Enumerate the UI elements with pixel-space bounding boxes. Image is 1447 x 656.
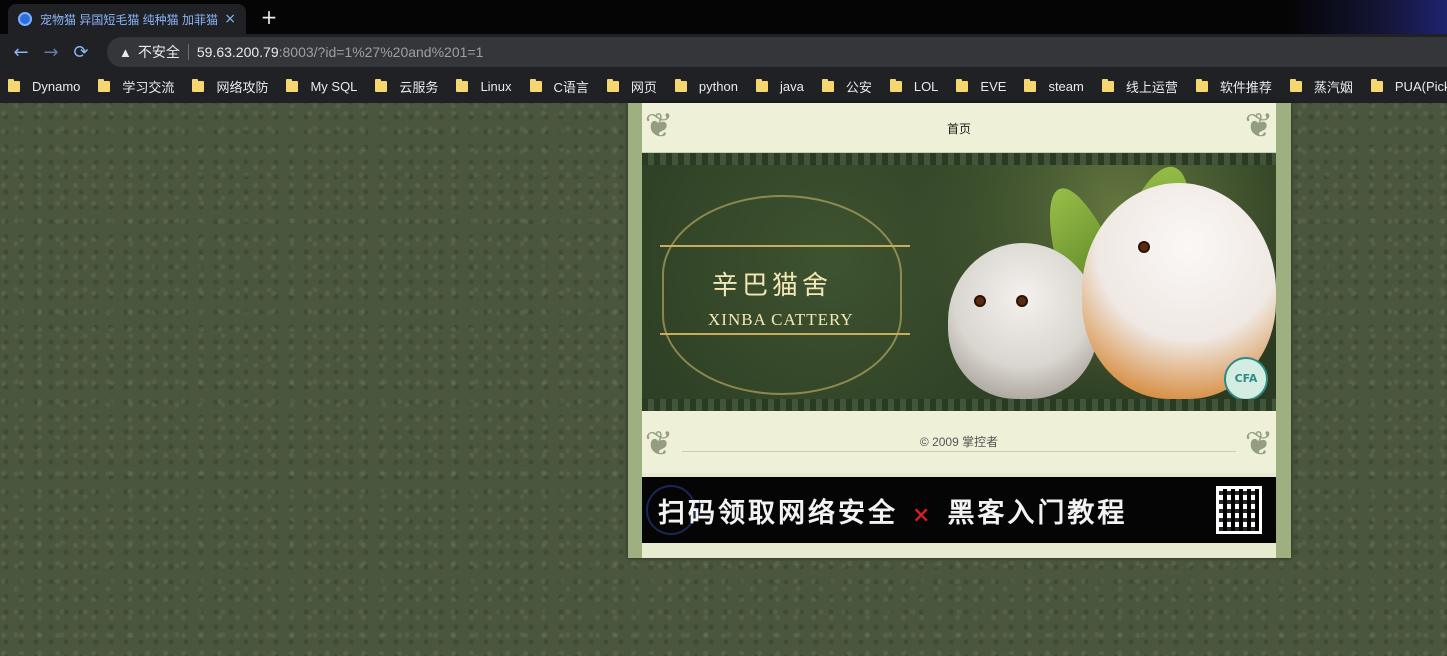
bookmark-label: java (779, 79, 804, 94)
folder-icon (1195, 79, 1208, 92)
bookmark-label: C语言 (553, 80, 589, 95)
tab-strip: 宠物猫 异国短毛猫 纯种猫 加菲猫 × + (0, 0, 1447, 40)
bookmark-label: 蒸汽姻 (1313, 80, 1353, 95)
bookmark-item[interactable]: 蒸汽姻 (1289, 77, 1353, 96)
bookmark-label: python (698, 79, 738, 94)
bookmark-item[interactable]: PUA(Pick-up Artist) (1370, 79, 1447, 94)
bookmark-label: 网页 (630, 80, 657, 95)
folder-icon (821, 79, 834, 92)
cattery-banner: 辛巴猫舍 XINBA CATTERY CFA (642, 153, 1276, 411)
omnibox-divider (187, 44, 189, 60)
banner-background: 辛巴猫舍 XINBA CATTERY CFA (642, 158, 1276, 401)
bookmark-item[interactable]: 学习交流 (98, 77, 174, 96)
active-tab[interactable]: 宠物猫 异国短毛猫 纯种猫 加菲猫 × (8, 4, 246, 34)
folder-icon (1101, 79, 1114, 92)
logo-chinese: 辛巴猫舍 (712, 271, 833, 301)
bookmark-item[interactable]: 公安 (821, 77, 872, 96)
bookmark-item[interactable]: My SQL (286, 79, 357, 94)
ad-cross-mark: × (912, 501, 934, 528)
reload-icon[interactable]: ⟳ (66, 42, 96, 63)
logo-english: XINBA CATTERY (708, 310, 854, 329)
ad-text: 扫码领取网络安全 × 黑客入门教程 (658, 491, 1127, 530)
folder-icon (286, 79, 299, 92)
forward-arrow-icon[interactable]: → (36, 42, 66, 63)
warning-icon[interactable]: ▲ (119, 45, 132, 60)
hacker-tutorial-ad[interactable]: 扫码领取网络安全 × 黑客入门教程 (642, 477, 1276, 543)
footer-divider (682, 451, 1236, 452)
bookmark-item[interactable]: java (755, 79, 804, 94)
bookmark-item[interactable]: python (674, 79, 738, 94)
bookmark-item[interactable]: 云服务 (375, 77, 438, 96)
ornament-line-top (660, 245, 910, 247)
ad-right-text: 黑客入门教程 (947, 497, 1128, 529)
address-bar[interactable]: ▲ 不安全 59.63.200.79 :8003/?id=1%27%20and%… (107, 37, 1447, 67)
folder-icon (8, 79, 20, 92)
copyright-text: © 2009 掌控者 (919, 435, 999, 449)
bookmark-label: LOL (913, 79, 939, 94)
bookmark-item[interactable]: Linux (456, 79, 512, 94)
bookmark-label: Dynamo (32, 79, 81, 94)
bookmark-label: Linux (480, 79, 512, 94)
ornament-line-bottom (660, 333, 910, 335)
close-icon[interactable]: × (224, 11, 236, 27)
folder-icon (1370, 79, 1383, 92)
qr-code-icon[interactable] (1216, 486, 1262, 534)
bookmark-item[interactable]: Dynamo (8, 79, 80, 94)
bookmark-item[interactable]: 软件推荐 (1195, 77, 1272, 96)
exotic-cat-left (948, 243, 1098, 399)
folder-icon (192, 79, 205, 92)
bookmark-label: EVE (980, 79, 1007, 94)
security-label[interactable]: 不安全 (138, 42, 180, 62)
folder-icon (889, 79, 902, 92)
bookmark-item[interactable]: steam (1024, 79, 1084, 94)
plus-icon[interactable]: + (258, 6, 280, 28)
folder-icon (375, 79, 388, 92)
bookmark-label: 云服务 (399, 80, 439, 95)
back-arrow-icon[interactable]: ← (6, 42, 36, 63)
top-nav: ❦ ❦ 首页 (642, 103, 1276, 153)
bookmark-label: steam (1048, 79, 1084, 94)
folder-icon (674, 79, 687, 92)
folder-icon (98, 79, 111, 92)
globe-icon (18, 12, 32, 26)
bookmark-label: 软件推荐 (1219, 80, 1272, 95)
bookmark-item[interactable]: 网络攻防 (192, 77, 268, 96)
bookmark-item[interactable]: EVE (956, 79, 1006, 94)
url-path: :8003/?id=1%27%20and%201=1 (278, 44, 484, 60)
bookmark-label: 公安 (845, 80, 872, 95)
bookmark-item[interactable]: LOL (889, 79, 939, 94)
banner-lace-top (642, 153, 1276, 165)
cat-eye (974, 295, 986, 307)
folder-icon (956, 79, 969, 92)
browser-toolbar: ← → ⟳ ▲ 不安全 59.63.200.79 :8003/?id=1%27%… (0, 34, 1447, 70)
bookmark-item[interactable]: 线上运营 (1101, 77, 1178, 96)
folder-icon (755, 79, 768, 92)
folder-icon (1024, 79, 1037, 92)
bookmark-item[interactable]: C语言 (529, 77, 589, 96)
url-host: 59.63.200.79 (196, 44, 279, 60)
bookmark-item[interactable]: 网页 (606, 77, 657, 96)
footer: ❦ ❦ © 2009 掌控者 (642, 411, 1276, 473)
site-frame: ❦ ❦ 首页 辛巴猫舍 XINBA CATTERY CFA ❦ ❦ © 2009… (628, 103, 1291, 558)
folder-icon (529, 79, 542, 92)
tab-title: 宠物猫 异国短毛猫 纯种猫 加菲猫 (40, 12, 219, 27)
bookmark-label: My SQL (310, 79, 358, 94)
bookmark-label: PUA(Pick-up Artist) (1394, 79, 1447, 94)
folder-icon (1289, 79, 1302, 92)
cat-eye (1016, 295, 1028, 307)
bookmark-label: 学习交流 (122, 80, 175, 95)
bookmarks-bar: Dynamo 学习交流 网络攻防 My SQL 云服务 Linux C语言 网页 python j… (0, 70, 1447, 103)
bookmark-label: 网络攻防 (216, 80, 269, 95)
folder-icon (456, 79, 469, 92)
ad-left-text: 扫码领取网络安全 (658, 497, 898, 529)
site-inner: ❦ ❦ 首页 辛巴猫舍 XINBA CATTERY CFA ❦ ❦ © 2009… (642, 103, 1276, 558)
banner-lace-bottom (642, 399, 1276, 411)
cfa-seal-logo: CFA (1224, 357, 1268, 401)
folder-icon (606, 79, 619, 92)
cat-eye (1138, 241, 1150, 253)
nav-home-link[interactable]: 首页 (642, 120, 1276, 137)
bookmark-label: 线上运营 (1125, 80, 1178, 95)
